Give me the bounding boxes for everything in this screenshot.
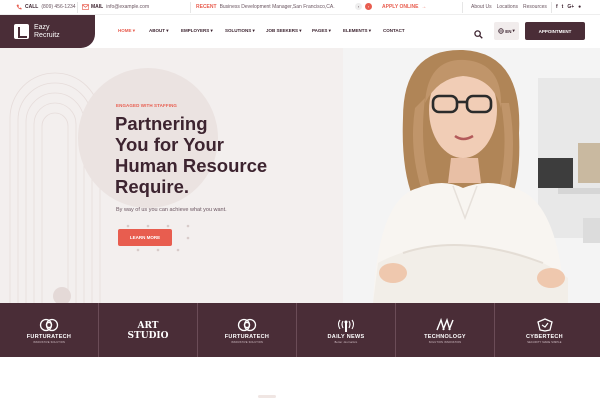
hero-title-line-4: Require. (115, 176, 190, 197)
partner-name: CYBERTECH (526, 334, 563, 340)
hero-tagline: ENGAGED WITH STAFFING (116, 103, 178, 108)
partner-logo[interactable]: DAILY NEWS Better Journalism (297, 303, 396, 357)
call-label: CALL (25, 4, 39, 10)
chevron-down-icon: ▾ (512, 28, 515, 33)
google-plus-icon[interactable]: G+ (567, 4, 574, 10)
arrow-right-icon: → (421, 4, 427, 10)
call-number[interactable]: (809) 456-1234 (41, 4, 75, 10)
hero-title-line-2: You for Your (115, 134, 224, 155)
logo[interactable]: Eazy Recruitz (0, 15, 95, 48)
top-link-about[interactable]: About Us (471, 4, 492, 10)
partner-logo[interactable]: FURTURATECH INNOVATIVE SOLUTION (198, 303, 297, 357)
art-studio-logo: ART STUDIO (127, 321, 169, 341)
top-info-bar: CALL (809) 456-1234 MAIL info@example.co… (0, 0, 600, 15)
top-links: About Us Locations Resources (471, 4, 547, 10)
prev-arrow-icon[interactable]: ‹ (355, 3, 362, 10)
nav-item-solutions[interactable]: SOLUTIONS ▾ (225, 28, 266, 34)
logo-line-2: Recruitz (34, 31, 60, 39)
stripes-icon (434, 316, 456, 332)
social-links: f t G+ ● (556, 4, 581, 10)
nav-item-contact[interactable]: CONTACT (383, 28, 405, 34)
partner-tagline: SECURITY MADE SIMPLE (527, 341, 562, 344)
social-dot-icon[interactable]: ● (578, 4, 581, 10)
nav-item-job-seekers[interactable]: JOB SEEKERS ▾ (266, 28, 312, 34)
partner-tagline: SOLUTION INNOVATION (428, 341, 462, 344)
logo-text: Eazy Recruitz (34, 24, 60, 40)
nav-item-elements[interactable]: ELEMENTS ▾ (343, 28, 383, 34)
facebook-icon[interactable]: f (556, 4, 558, 10)
nav-item-about[interactable]: ABOUT ▾ (149, 28, 181, 34)
apply-online-label: APPLY ONLINE (382, 4, 419, 10)
partner-name: FURTURATECH (224, 334, 270, 340)
ticker-arrows: ‹ › (355, 3, 372, 10)
next-arrow-icon[interactable]: › (365, 3, 372, 10)
divider (77, 2, 78, 13)
hero-title-line-1: Partnering (115, 113, 208, 134)
divider (190, 2, 191, 13)
mail-address[interactable]: info@example.com (106, 4, 149, 10)
rings-icon (38, 316, 60, 332)
hero-title: Partnering You for Your Human Resource R… (115, 113, 335, 197)
shield-icon (534, 316, 556, 332)
logo-line-1: Eazy (34, 23, 50, 31)
nav-menu: HOME ▾ ABOUT ▾ EMPLOYERS ▾ SOLUTIONS ▾ J… (118, 28, 405, 34)
partner-name: FURTURATECH (26, 334, 72, 340)
mail-label: MAIL (91, 4, 104, 10)
partner-logo[interactable]: ART STUDIO (99, 303, 198, 357)
learn-more-button[interactable]: LEARN MORE (118, 229, 172, 246)
language-code: EN (505, 28, 512, 34)
top-link-locations[interactable]: Locations (497, 4, 518, 10)
appointment-button[interactable]: APPOINTMENT (525, 22, 585, 40)
twitter-icon[interactable]: t (562, 4, 564, 10)
divider (551, 2, 552, 13)
top-link-resources[interactable]: Resources (523, 4, 547, 10)
recent-label: RECENT (196, 4, 217, 10)
partner-name: DAILY NEWS (327, 334, 365, 340)
globe-icon (498, 27, 504, 35)
divider (462, 2, 463, 13)
hero-subtitle: By way of us you can achieve what you wa… (116, 207, 227, 213)
broadcast-icon (335, 316, 357, 332)
main-navbar: Eazy Recruitz HOME ▾ ABOUT ▾ EMPLOYERS ▾… (0, 15, 600, 48)
hero-section: ENGAGED WITH STAFFING Partnering You for… (0, 48, 600, 303)
phone-icon (16, 4, 22, 10)
partner-name: TECHNOLOGY (424, 334, 466, 340)
apply-online-link[interactable]: APPLY ONLINE → (382, 4, 426, 10)
partner-tagline: Better Journalism (334, 341, 358, 344)
language-selector[interactable]: EN ▾ (494, 22, 519, 40)
call-info[interactable]: CALL (809) 456-1234 (16, 4, 76, 10)
partner-logos-strip: FURTURATECH INNOVATIVE SOLUTION ART STUD… (0, 303, 600, 357)
section-ornament (258, 395, 276, 398)
partner-logo[interactable]: CYBERTECH SECURITY MADE SIMPLE (495, 303, 594, 357)
hero-title-line-3: Human Resource (115, 155, 268, 176)
search-icon[interactable] (474, 26, 483, 39)
nav-item-employers[interactable]: EMPLOYERS ▾ (181, 28, 225, 34)
logo-mark-icon (14, 24, 29, 39)
mail-info[interactable]: MAIL info@example.com (81, 4, 149, 10)
nav-item-home[interactable]: HOME ▾ (118, 28, 149, 34)
partner-tagline: INNOVATIVE SOLUTION (230, 341, 264, 344)
hero-woman-photo (343, 48, 600, 303)
rings-icon (236, 316, 258, 332)
recent-job-ticker[interactable]: RECENT Business Development Manager,San … (196, 4, 335, 10)
partner-logo[interactable]: TECHNOLOGY SOLUTION INNOVATION (396, 303, 495, 357)
recent-job-text[interactable]: Business Development Manager,San Francis… (220, 4, 335, 10)
mail-icon (81, 4, 90, 10)
nav-item-pages[interactable]: PAGES ▾ (312, 28, 343, 34)
partner-tagline: INNOVATIVE SOLUTION (32, 341, 66, 344)
partner-logo[interactable]: FURTURATECH INNOVATIVE SOLUTION (0, 303, 99, 357)
